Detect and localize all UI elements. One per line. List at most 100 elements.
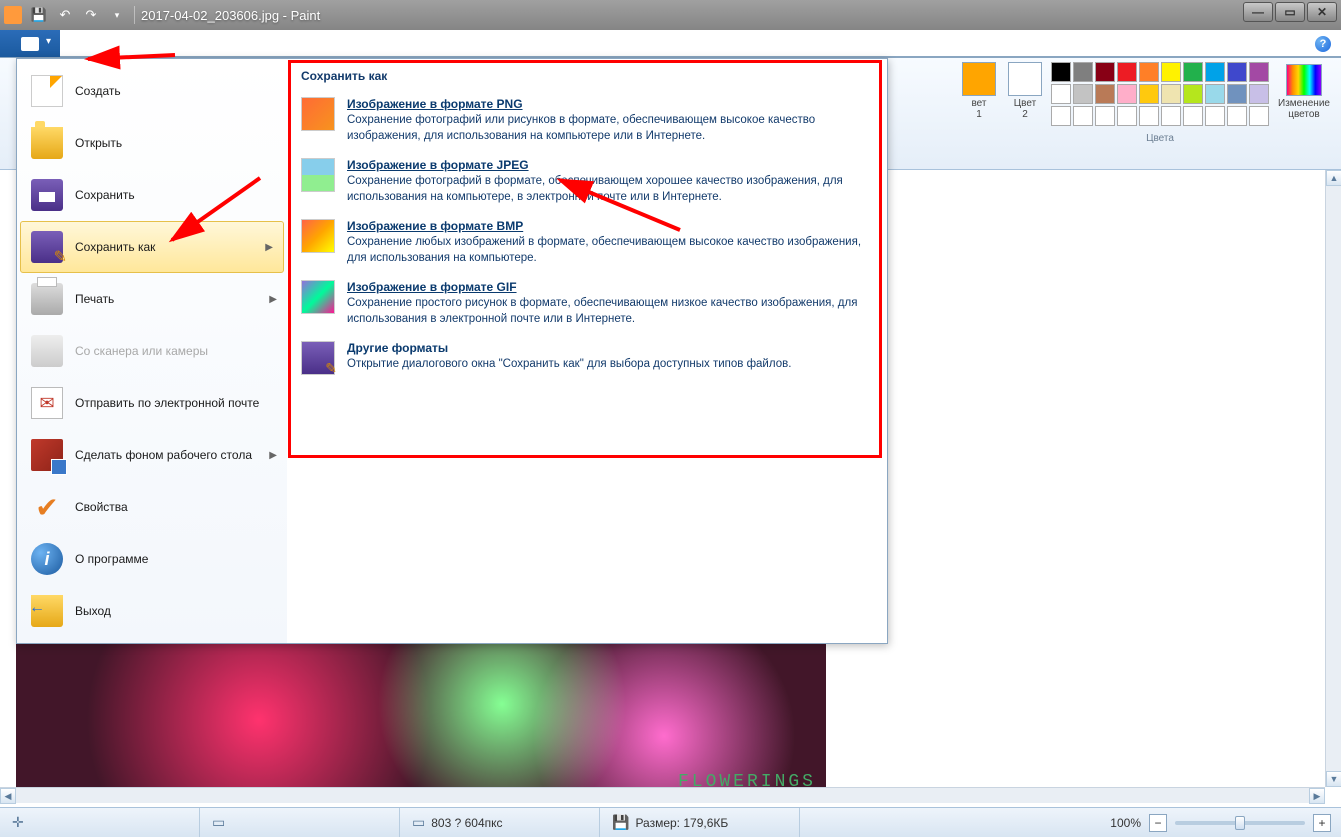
menu-item-label: Печать [75, 292, 114, 306]
maximize-button[interactable]: ▭ [1275, 2, 1305, 22]
zoom-in-button[interactable]: + [1313, 814, 1331, 832]
submenu-item-other[interactable]: Другие форматыОткрытие диалогового окна … [301, 341, 873, 375]
horizontal-scrollbar[interactable]: ◀ ▶ [0, 787, 1325, 803]
file-menu-button[interactable] [0, 30, 60, 57]
palette-color[interactable] [1051, 84, 1071, 104]
menu-item-print[interactable]: Печать ▶ [17, 273, 287, 325]
status-dimensions: ▭ 803 ? 604пкс [400, 808, 600, 837]
palette-color[interactable] [1051, 62, 1071, 82]
scroll-up-button[interactable]: ▲ [1326, 170, 1341, 186]
palette-color[interactable] [1139, 84, 1159, 104]
palette-color[interactable] [1227, 84, 1247, 104]
submenu-item-gif[interactable]: Изображение в формате GIFСохранение прос… [301, 280, 873, 327]
save-as-submenu: Сохранить как Изображение в формате PNGС… [287, 59, 887, 643]
palette-color[interactable] [1073, 106, 1093, 126]
status-cursor-pos: ✛ [0, 808, 200, 837]
menu-item-new[interactable]: Создать [17, 65, 287, 117]
menu-item-label: О программе [75, 552, 148, 566]
file-menu-overlay: СоздатьОткрытьСохранитьСохранить как▶Печ… [16, 58, 888, 644]
palette-color[interactable] [1205, 106, 1225, 126]
menu-item-label: Создать [75, 84, 121, 98]
palette-color[interactable] [1249, 84, 1269, 104]
zoom-value: 100% [1110, 816, 1141, 830]
palette-color[interactable] [1183, 106, 1203, 126]
submenu-item-bmp[interactable]: Изображение в формате BMPСохранение любы… [301, 219, 873, 266]
edit-colors-button[interactable]: Изменение цветов [1275, 62, 1333, 120]
dimensions-text: 803 ? 604пкс [431, 816, 502, 830]
menu-item-email[interactable]: Отправить по электронной почте [17, 377, 287, 429]
palette-color[interactable] [1227, 106, 1247, 126]
palette-color[interactable] [1161, 62, 1181, 82]
palette-color[interactable] [1073, 84, 1093, 104]
status-selection: ▭ [200, 808, 400, 837]
submenu-item-jpeg[interactable]: Изображение в формате JPEGСохранение фот… [301, 158, 873, 205]
edit-colors-label: Изменение цветов [1278, 98, 1330, 120]
palette-color[interactable] [1073, 62, 1093, 82]
help-icon[interactable]: ? [1315, 36, 1331, 52]
scroll-down-button[interactable]: ▼ [1326, 771, 1341, 787]
about-icon: i [31, 543, 63, 575]
palette-color[interactable] [1249, 62, 1269, 82]
wallpaper-icon [31, 439, 63, 471]
zoom-slider[interactable] [1175, 821, 1305, 825]
scroll-right-button[interactable]: ▶ [1309, 788, 1325, 804]
palette-color[interactable] [1051, 106, 1071, 126]
zoom-thumb[interactable] [1235, 816, 1245, 830]
submenu-item-png[interactable]: Изображение в формате PNGСохранение фото… [301, 97, 873, 144]
palette-color[interactable] [1161, 106, 1181, 126]
close-button[interactable]: ✕ [1307, 2, 1337, 22]
menu-item-label: Со сканера или камеры [75, 344, 208, 358]
vertical-scrollbar[interactable]: ▲ ▼ [1325, 170, 1341, 787]
palette-color[interactable] [1183, 62, 1203, 82]
palette-color[interactable] [1139, 62, 1159, 82]
palette-color[interactable] [1227, 62, 1247, 82]
exit-icon [31, 595, 63, 627]
submenu-item-desc: Сохранение любых изображений в формате, … [347, 235, 873, 266]
zoom-out-button[interactable]: − [1149, 814, 1167, 832]
props-icon: ✔ [31, 491, 63, 523]
color2-label: Цвет 2 [1014, 98, 1036, 120]
window-title: 2017-04-02_203606.jpg - Paint [141, 8, 320, 23]
scroll-left-button[interactable]: ◀ [0, 788, 16, 804]
palette-color[interactable] [1161, 84, 1181, 104]
color1-swatch [962, 62, 996, 96]
palette-color[interactable] [1117, 84, 1137, 104]
menu-item-saveas[interactable]: Сохранить как▶ [20, 221, 284, 273]
palette-color[interactable] [1205, 84, 1225, 104]
menu-item-exit[interactable]: Выход [17, 585, 287, 637]
qat-redo-icon[interactable]: ↷ [80, 4, 102, 26]
submenu-arrow-icon: ▶ [269, 294, 277, 305]
palette-color[interactable] [1205, 62, 1225, 82]
qat-customize-icon[interactable]: ▾ [106, 4, 128, 26]
palette-color[interactable] [1139, 106, 1159, 126]
color-palette [1051, 62, 1269, 126]
palette-color[interactable] [1249, 106, 1269, 126]
menu-item-about[interactable]: i О программе [17, 533, 287, 585]
palette-color[interactable] [1117, 62, 1137, 82]
menu-item-save[interactable]: Сохранить [17, 169, 287, 221]
menu-item-props[interactable]: ✔ Свойства [17, 481, 287, 533]
app-icon [4, 6, 22, 24]
dimensions-icon: ▭ [412, 814, 425, 831]
color2-selector[interactable]: Цвет 2 [1005, 62, 1045, 120]
filesize-text: Размер: 179,6КБ [635, 816, 728, 830]
menu-item-open[interactable]: Открыть [17, 117, 287, 169]
qat-save-icon[interactable]: 💾 [28, 4, 50, 26]
status-filesize: 💾 Размер: 179,6КБ [600, 808, 800, 837]
new-icon [31, 75, 63, 107]
palette-color[interactable] [1117, 106, 1137, 126]
selection-icon: ▭ [212, 814, 225, 831]
palette-color[interactable] [1183, 84, 1203, 104]
colors-group-label: Цвета [1146, 133, 1174, 144]
save-icon [31, 179, 63, 211]
menu-item-wallpaper[interactable]: Сделать фоном рабочего стола▶ [17, 429, 287, 481]
bmp-format-icon [301, 219, 335, 253]
color1-selector[interactable]: вет 1 [959, 62, 999, 120]
menu-item-label: Свойства [75, 500, 128, 514]
minimize-button[interactable]: — [1243, 2, 1273, 22]
palette-color[interactable] [1095, 84, 1115, 104]
palette-color[interactable] [1095, 62, 1115, 82]
qat-undo-icon[interactable]: ↶ [54, 4, 76, 26]
menu-item-label: Сохранить [75, 188, 135, 202]
palette-color[interactable] [1095, 106, 1115, 126]
